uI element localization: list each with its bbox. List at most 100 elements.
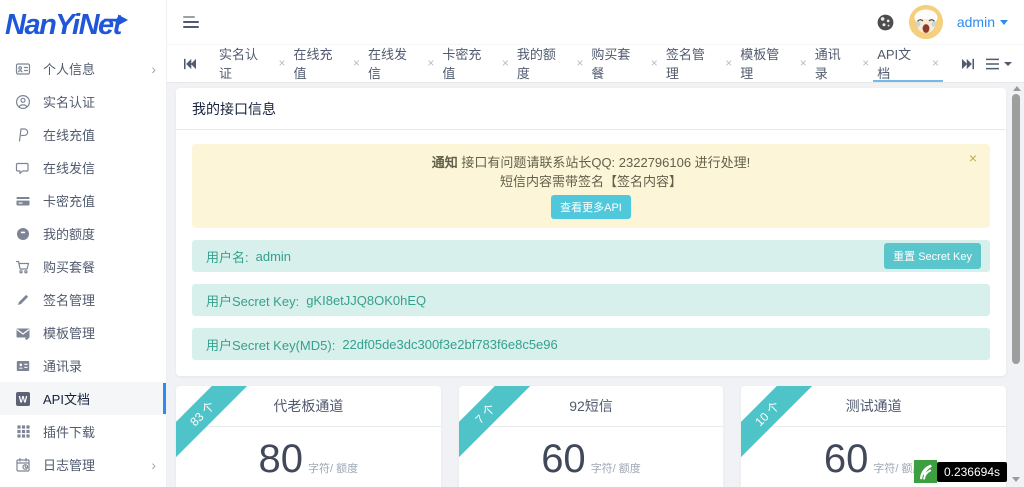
quota-circle-icon	[15, 226, 31, 242]
sidebar-item-plugin-download[interactable]: 插件下载	[0, 415, 166, 448]
chevron-right-icon: ›	[151, 60, 156, 77]
username-row: 用户名: admin 重置 Secret Key	[192, 240, 990, 272]
secret-key-md5-row: 用户Secret Key(MD5): 22df05de3dc300f3e2bf7…	[192, 328, 990, 360]
tab-contacts[interactable]: 通讯录 ×	[811, 45, 873, 82]
panel-body: 通知 接口有问题请联系站长QQ: 2322796106 进行处理! 短信内容需带…	[176, 130, 1006, 376]
logo[interactable]: NanYiNet	[0, 0, 166, 50]
sidebar-item-label: 签名管理	[43, 293, 96, 308]
tab-label: 在线发信	[367, 46, 407, 81]
tab-my-quota[interactable]: 我的额度 ×	[513, 45, 587, 82]
notice-title: 通知	[431, 155, 458, 170]
sidebar-item-log-mgmt[interactable]: 日志管理 ›	[0, 448, 166, 481]
sidebar-item-label: 日志管理	[43, 458, 96, 473]
quota-value: 60	[541, 437, 586, 481]
sidebar-toggle-icon[interactable]	[183, 16, 199, 28]
tab-template-mgmt[interactable]: 模板管理 ×	[736, 45, 810, 82]
api-info-panel: 我的接口信息 通知 接口有问题请联系站长QQ: 2322796106 进行处理!…	[176, 88, 1006, 376]
tab-close-icon[interactable]: ×	[800, 57, 807, 69]
sidebar-item-label: API文档	[43, 392, 90, 407]
channel-quota: 80 字符/ 额度	[176, 439, 441, 479]
row-value: gKI8etJJQ8OK0hEQ	[306, 292, 427, 308]
sidebar: NanYiNet 个人信息 › 实名认证 在线充值 在线发信 卡密充值 我的额度…	[0, 0, 167, 487]
sidebar-item-label: 模板管理	[43, 326, 96, 341]
scroll-up-icon[interactable]	[1012, 86, 1021, 91]
avatar[interactable]	[908, 5, 943, 39]
channel-quota: 60 字符/ 额度	[459, 439, 724, 479]
quota-unit: 字符/ 额度	[590, 463, 641, 475]
tab-card-recharge[interactable]: 卡密充值 ×	[438, 45, 512, 82]
tabbar: 实名认证 × 在线充值 × 在线发信 × 卡密充值 × 我的额度 × 购买套餐 × 签名管理…	[167, 45, 1024, 83]
credit-card-icon	[15, 193, 31, 209]
sidebar-item-label: 卡密充值	[43, 194, 96, 209]
scroll-down-icon[interactable]	[1012, 477, 1020, 482]
sidebar-item-my-quota[interactable]: 我的额度	[0, 217, 166, 250]
sidebar-item-personal-info[interactable]: 个人信息 ›	[0, 52, 166, 85]
sidebar-item-online-recharge[interactable]: 在线充值	[0, 118, 166, 151]
notice-close-icon[interactable]: ×	[969, 151, 977, 165]
tab-label: 在线充值	[293, 46, 333, 81]
tab-api-docs[interactable]: API文档 ×	[873, 45, 944, 82]
shopping-cart-icon	[15, 259, 31, 275]
tab-online-send[interactable]: 在线发信 ×	[364, 45, 438, 82]
tab-realname-auth[interactable]: 实名认证 ×	[215, 45, 289, 82]
sidebar-item-label: 在线发信	[43, 161, 96, 176]
tab-close-icon[interactable]: ×	[932, 57, 939, 69]
channel-cards: 83 个 代老板通道 80字符/ 额度 同名营销简同名营销简 7 个 92短信 …	[176, 386, 1007, 487]
tab-label: API文档	[877, 46, 912, 81]
tab-close-icon[interactable]: ×	[725, 57, 732, 69]
calendar-clock-icon	[15, 457, 31, 473]
language-globe-icon[interactable]	[876, 13, 895, 32]
sidebar-item-signature-mgmt[interactable]: 签名管理	[0, 283, 166, 316]
quota-value: 60	[823, 437, 869, 481]
sidebar-item-label: 购买套餐	[43, 260, 96, 275]
sidebar-item-online-send[interactable]: 在线发信	[0, 151, 166, 184]
sidebar-item-api-docs[interactable]: W API文档	[0, 382, 166, 415]
sidebar-item-card-recharge[interactable]: 卡密充值	[0, 184, 166, 217]
debug-trace-badge[interactable]: 0.236694s	[913, 460, 1007, 483]
vertical-scrollbar[interactable]	[1010, 84, 1023, 487]
tab-close-icon[interactable]: ×	[278, 57, 285, 69]
user-dropdown[interactable]: admin	[957, 14, 1008, 30]
tab-close-icon[interactable]: ×	[353, 57, 360, 69]
notice-text: 接口有问题请联系站长QQ: 2322796106 进行处理!	[461, 155, 751, 170]
tab-close-icon[interactable]: ×	[862, 57, 869, 69]
tabs-scroll-next-icon[interactable]	[957, 58, 979, 70]
tab-buy-package[interactable]: 购买套餐 ×	[587, 45, 661, 82]
channel-card-92sms: 7 个 92短信 60字符/ 额度 短信简	[458, 386, 724, 487]
sidebar-item-template-mgmt[interactable]: 模板管理	[0, 316, 166, 349]
scrollbar-thumb[interactable]	[1012, 94, 1020, 364]
user-circle-icon	[15, 94, 31, 110]
sidebar-item-buy-package[interactable]: 购买套餐	[0, 250, 166, 283]
username: admin	[956, 14, 995, 30]
sidebar-item-label: 实名认证	[43, 95, 96, 110]
tab-label: 我的额度	[516, 46, 556, 81]
view-more-api-button[interactable]: 查看更多API	[551, 195, 631, 219]
sidebar-item-label: 通讯录	[43, 359, 83, 374]
caret-down-icon	[1000, 19, 1008, 25]
tab-close-icon[interactable]: ×	[576, 57, 583, 69]
sidebar-item-label: 个人信息	[43, 62, 96, 77]
notice-alert: 通知 接口有问题请联系站长QQ: 2322796106 进行处理! 短信内容需带…	[192, 144, 990, 228]
thinkphp-logo-icon	[913, 460, 937, 483]
row-label: 用户Secret Key:	[206, 293, 300, 309]
open-tabs: 实名认证 × 在线充值 × 在线发信 × 卡密充值 × 我的额度 × 购买套餐 × 签名管理…	[201, 45, 957, 82]
tab-close-icon[interactable]: ×	[502, 57, 509, 69]
tab-close-icon[interactable]: ×	[427, 57, 434, 69]
sidebar-item-contacts[interactable]: 通讯录	[0, 349, 166, 382]
tab-close-icon[interactable]: ×	[651, 57, 658, 69]
tabs-scroll-prev-icon[interactable]	[179, 58, 201, 70]
tabs-menu-dropdown[interactable]	[985, 58, 1012, 70]
address-book-icon	[15, 358, 31, 374]
secret-key-row: 用户Secret Key: gKI8etJJQ8OK0hEQ	[192, 284, 990, 316]
sidebar-menu: 个人信息 › 实名认证 在线充值 在线发信 卡密充值 我的额度 购买套餐 签名管…	[0, 50, 166, 481]
topbar: admin	[167, 0, 1024, 45]
sidebar-item-realname-auth[interactable]: 实名认证	[0, 85, 166, 118]
w-square-letter: W	[19, 394, 28, 404]
tab-signature-mgmt[interactable]: 签名管理 ×	[662, 45, 736, 82]
tab-online-recharge[interactable]: 在线充值 ×	[289, 45, 363, 82]
tab-label: 通讯录	[814, 46, 841, 81]
reset-secret-key-button[interactable]: 重置 Secret Key	[884, 243, 981, 269]
row-value: 22df05de3dc300f3e2bf783f6e8c5e96	[342, 336, 558, 352]
envelope-check-icon	[15, 325, 31, 341]
tab-label: 签名管理	[665, 46, 705, 81]
